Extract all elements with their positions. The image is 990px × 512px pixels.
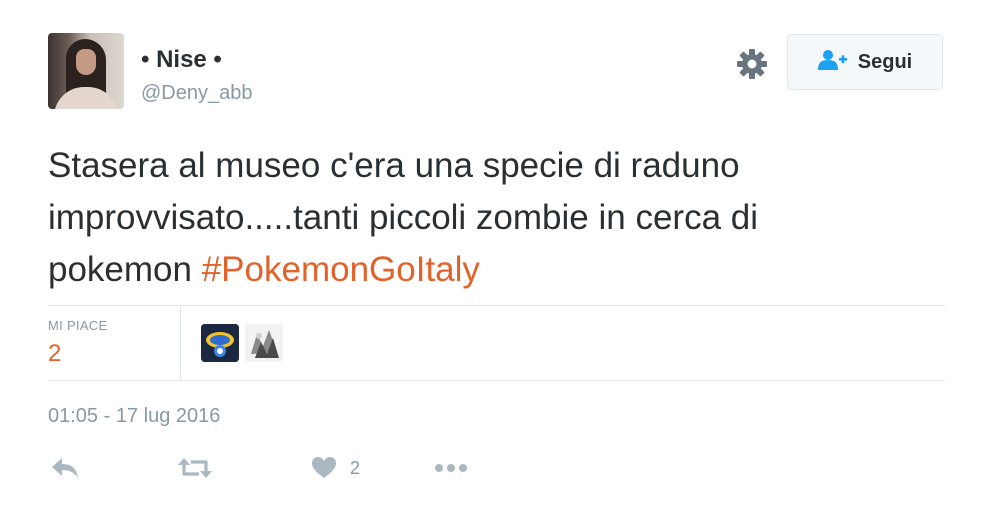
liker-avatar[interactable] bbox=[201, 324, 239, 362]
follow-button-label: Segui bbox=[857, 50, 913, 73]
tweet-text: Stasera al museo c'era una specie di rad… bbox=[48, 140, 948, 296]
follow-person-icon bbox=[817, 49, 848, 76]
reply-icon bbox=[50, 456, 80, 480]
more-icon bbox=[434, 462, 468, 474]
avatar-shoulder bbox=[54, 87, 118, 109]
more-button[interactable] bbox=[434, 450, 468, 486]
author-handle[interactable]: @Deny_abb bbox=[141, 82, 252, 105]
hashtag-link[interactable]: #PokemonGoItaly bbox=[202, 250, 480, 289]
author-display-name[interactable]: • Nise • bbox=[141, 46, 222, 74]
divider bbox=[48, 305, 945, 306]
likes-label: MI PIACE bbox=[48, 318, 108, 333]
liker-avatar[interactable] bbox=[245, 324, 283, 362]
divider bbox=[48, 380, 945, 381]
gear-icon[interactable] bbox=[734, 46, 770, 82]
timestamp[interactable]: 01:05 - 17 lug 2016 bbox=[48, 405, 220, 428]
retweet-button[interactable] bbox=[177, 450, 213, 486]
heart-icon bbox=[311, 456, 337, 480]
tweet-text-line: Stasera al museo c'era una specie di rad… bbox=[48, 146, 740, 185]
follow-button[interactable]: Segui bbox=[787, 34, 943, 90]
tweet-text-line: pokemon bbox=[48, 250, 202, 289]
tweet-text-line-3: pokemon #PokemonGoItaly bbox=[48, 244, 948, 296]
tweet-text-line: improvvisato.....tanti piccoli zombie in… bbox=[48, 198, 758, 237]
avatar[interactable] bbox=[48, 33, 124, 109]
like-count: 2 bbox=[350, 457, 361, 478]
reply-button[interactable] bbox=[50, 450, 80, 486]
likes-count[interactable]: 2 bbox=[48, 340, 61, 368]
avatar-face bbox=[76, 49, 96, 75]
like-button[interactable]: 2 bbox=[311, 450, 360, 486]
stats-divider bbox=[180, 306, 181, 380]
retweet-icon bbox=[177, 456, 213, 480]
